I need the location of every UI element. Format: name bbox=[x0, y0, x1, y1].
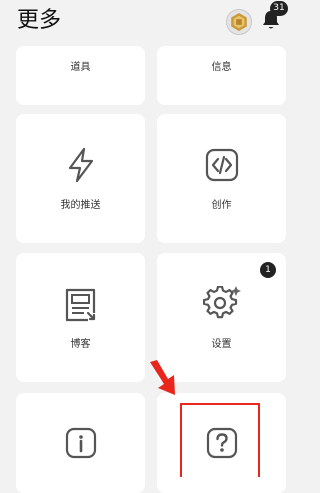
tile-inventory[interactable]: 道具 bbox=[16, 46, 145, 105]
blog-icon bbox=[64, 287, 98, 323]
tile-label: 创作 bbox=[211, 200, 232, 211]
tile-blog[interactable]: 博客 bbox=[16, 253, 145, 382]
tile-label: 设置 bbox=[211, 339, 232, 350]
robux-button[interactable] bbox=[226, 9, 252, 35]
code-icon bbox=[205, 148, 239, 182]
highlight-box bbox=[180, 403, 260, 477]
page-title: 更多 bbox=[17, 8, 62, 33]
tile-label: 博客 bbox=[70, 339, 91, 350]
tile-about[interactable] bbox=[16, 393, 145, 493]
header: 更多 31 bbox=[0, 0, 303, 44]
lightning-icon bbox=[64, 147, 98, 183]
notification-badge: 31 bbox=[270, 1, 288, 16]
settings-badge: 1 bbox=[260, 262, 276, 278]
tile-label: 道具 bbox=[70, 62, 91, 73]
tile-create[interactable]: 创作 bbox=[157, 114, 286, 243]
arrow-icon bbox=[146, 360, 178, 396]
tile-my-feed[interactable]: 我的推送 bbox=[16, 114, 145, 243]
robux-icon bbox=[226, 9, 252, 35]
tile-label: 信息 bbox=[211, 62, 232, 73]
tile-label: 我的推送 bbox=[60, 200, 101, 211]
tile-messages[interactable]: 信息 bbox=[157, 46, 286, 105]
info-icon bbox=[65, 427, 97, 459]
gear-icon bbox=[202, 286, 241, 322]
